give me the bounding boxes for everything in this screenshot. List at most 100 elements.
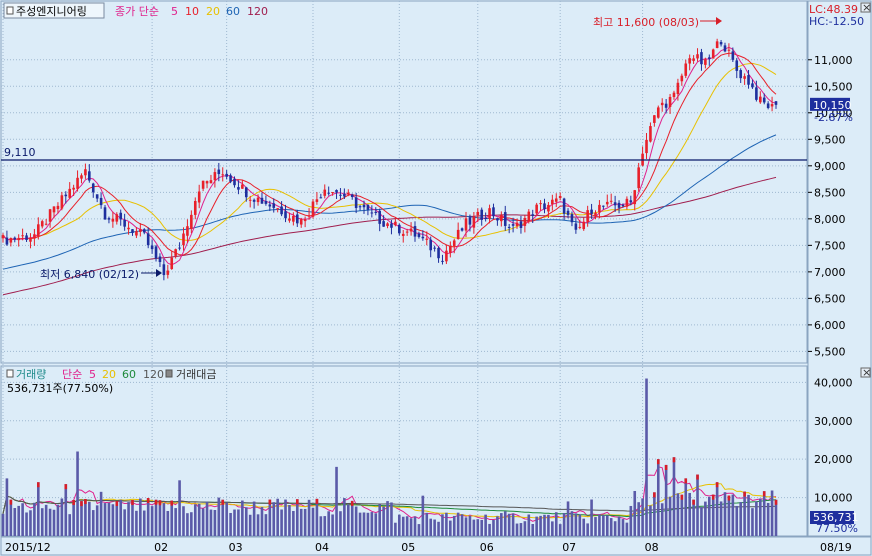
volume-bar bbox=[292, 510, 295, 536]
volume-bar-cap bbox=[680, 494, 684, 500]
volume-bar bbox=[759, 498, 762, 536]
volume-bar bbox=[217, 497, 221, 536]
candle-body bbox=[197, 191, 201, 203]
candle-body bbox=[570, 214, 574, 223]
volume-bar bbox=[535, 516, 538, 536]
volume-bar-cap bbox=[268, 499, 272, 505]
volume-bar bbox=[500, 513, 503, 536]
volume-bar bbox=[629, 505, 633, 536]
volume-bar bbox=[743, 491, 746, 536]
candle-body bbox=[303, 219, 307, 222]
volume-bar bbox=[88, 501, 91, 536]
price-tick-label: 8,500 bbox=[814, 186, 846, 199]
volume-bar bbox=[139, 498, 142, 536]
candle-body bbox=[221, 174, 225, 176]
volume-bar bbox=[370, 512, 374, 536]
volume-bar bbox=[590, 499, 593, 536]
candle-body bbox=[751, 83, 754, 88]
candle-body bbox=[248, 199, 252, 201]
candle-body bbox=[205, 181, 209, 184]
volume-bar bbox=[99, 491, 103, 536]
price-tick-label: 5,500 bbox=[814, 345, 846, 358]
price-tick-label: 8,000 bbox=[814, 213, 846, 226]
candle-body bbox=[433, 247, 436, 249]
volume-bar bbox=[460, 514, 464, 536]
candle-body bbox=[68, 188, 72, 198]
volume-bar bbox=[327, 511, 330, 536]
candle-body bbox=[727, 49, 731, 51]
volume-bar bbox=[449, 520, 452, 536]
volume-bar bbox=[480, 519, 484, 536]
current-volume-pct: 77.50% bbox=[816, 522, 858, 535]
candle-body bbox=[492, 207, 495, 217]
candle-body bbox=[503, 212, 507, 226]
candle-body bbox=[33, 234, 36, 239]
candle-body bbox=[25, 235, 28, 240]
volume-bar bbox=[625, 522, 629, 536]
volume-bar bbox=[186, 513, 189, 536]
volume-bar bbox=[354, 506, 358, 536]
price-tick-label: 6,000 bbox=[814, 319, 846, 332]
x-tick-label: 03 bbox=[229, 541, 243, 554]
candle-body bbox=[409, 228, 413, 232]
candle-body bbox=[507, 226, 511, 228]
candle-body bbox=[272, 203, 276, 208]
volume-bar bbox=[150, 506, 154, 536]
candle-body bbox=[9, 238, 13, 243]
volume-bar bbox=[80, 501, 83, 536]
volume-bar bbox=[617, 516, 621, 536]
candle-body bbox=[449, 245, 452, 253]
volume-bar bbox=[166, 510, 170, 536]
volume-bar-cap bbox=[315, 498, 319, 504]
volume-bar bbox=[48, 508, 52, 536]
volume-bar bbox=[21, 503, 24, 536]
candle-body bbox=[484, 217, 487, 219]
candle-body bbox=[468, 217, 472, 225]
candle-body bbox=[621, 204, 625, 207]
candle-body bbox=[260, 197, 264, 204]
candle-body bbox=[602, 205, 605, 207]
volume-bar bbox=[295, 499, 299, 536]
volume-bar bbox=[260, 507, 264, 536]
volume-bar bbox=[704, 501, 707, 536]
candle-body bbox=[755, 87, 758, 100]
ma-period-60: 60 bbox=[226, 5, 240, 18]
ma-period-120: 120 bbox=[247, 5, 268, 18]
candle-body bbox=[421, 236, 425, 239]
volume-bar-cap bbox=[715, 482, 719, 488]
volume-bar bbox=[170, 500, 174, 536]
volume-bar bbox=[323, 516, 327, 536]
x-tick-label: 08 bbox=[645, 541, 659, 554]
candle-body bbox=[111, 218, 115, 222]
volume-bar bbox=[339, 511, 342, 536]
volume-bar bbox=[229, 512, 232, 536]
volume-bar-cap bbox=[37, 482, 40, 488]
candle-body bbox=[229, 175, 232, 182]
volume-bar bbox=[390, 502, 393, 536]
volume-bar bbox=[715, 482, 719, 536]
candle-body bbox=[178, 247, 181, 249]
candle-body bbox=[374, 211, 378, 213]
price-tick-label: 6,500 bbox=[814, 292, 846, 305]
volume-bar bbox=[244, 507, 248, 536]
volume-bar bbox=[409, 518, 413, 536]
candle-body bbox=[40, 221, 44, 227]
candle-body bbox=[233, 178, 236, 186]
candle-body bbox=[72, 187, 75, 190]
volume-bar bbox=[111, 504, 115, 536]
candle-body bbox=[190, 214, 193, 230]
candle-body bbox=[339, 194, 342, 196]
candle-body bbox=[480, 209, 484, 220]
volume-bar bbox=[707, 496, 711, 536]
volume-bar bbox=[476, 519, 480, 536]
candle-body bbox=[327, 192, 330, 194]
candle-body bbox=[307, 215, 311, 217]
volume-bar bbox=[609, 518, 613, 536]
volume-bar bbox=[103, 503, 107, 536]
volume-bar bbox=[319, 516, 323, 536]
candle-body bbox=[311, 201, 315, 217]
candle-body bbox=[358, 206, 362, 208]
candle-body bbox=[668, 96, 672, 107]
volume-bar bbox=[641, 498, 644, 536]
volume-bar bbox=[594, 517, 597, 536]
